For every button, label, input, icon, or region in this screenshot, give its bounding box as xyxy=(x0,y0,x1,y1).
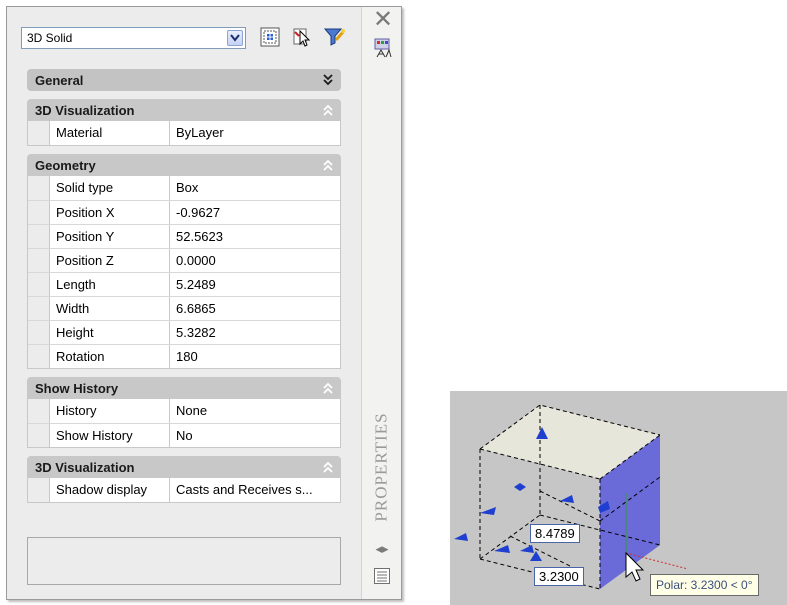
row-gutter xyxy=(28,345,50,368)
property-section: 3D Visualization Material ByLayer xyxy=(27,99,341,146)
property-name: Position Z xyxy=(50,249,170,272)
row-gutter xyxy=(28,297,50,320)
property-name: Solid type xyxy=(50,176,170,200)
section-title: 3D Visualization xyxy=(35,459,135,475)
collapse-icon[interactable] xyxy=(321,158,335,172)
property-value[interactable]: 6.6865 xyxy=(170,297,340,320)
property-name: Shadow display xyxy=(50,478,170,502)
property-name: Rotation xyxy=(50,345,170,368)
palette-toolbar: 3D Solid xyxy=(21,24,357,50)
row-gutter xyxy=(28,424,50,447)
properties-palette: 3D Solid General 3D Visualization Materi… xyxy=(6,6,402,600)
section-title: Geometry xyxy=(35,157,96,173)
dimension-input-1[interactable]: 8.4789 xyxy=(530,524,580,543)
select-objects-button[interactable] xyxy=(288,24,316,50)
property-row[interactable]: Show History No xyxy=(28,423,340,447)
section-rows: Material ByLayer xyxy=(27,121,341,146)
property-value[interactable]: -0.9627 xyxy=(170,201,340,224)
properties-menu-icon[interactable] xyxy=(373,567,391,585)
property-name: Material xyxy=(50,121,170,145)
section-title: Show History xyxy=(35,380,119,396)
property-name: Position X xyxy=(50,201,170,224)
object-type-value: 3D Solid xyxy=(27,31,73,45)
chevron-down-icon[interactable] xyxy=(227,30,243,46)
section-header[interactable]: Geometry xyxy=(27,154,341,176)
property-section: Show History History None Show History No xyxy=(27,377,341,448)
property-value[interactable]: None xyxy=(170,399,340,423)
dimension-input-2[interactable]: 3.2300 xyxy=(534,567,584,586)
row-gutter xyxy=(28,121,50,145)
drawing-viewport[interactable]: 8.4789 3.2300 Polar: 3.2300 < 0° xyxy=(450,391,787,605)
property-row[interactable]: Material ByLayer xyxy=(28,121,340,145)
section-title: 3D Visualization xyxy=(35,102,135,118)
section-header[interactable]: Show History xyxy=(27,377,341,399)
property-section: 3D Visualization Shadow display Casts and … xyxy=(27,456,341,503)
property-row[interactable]: Shadow display Casts and Receives s... xyxy=(28,478,340,502)
property-name: Position Y xyxy=(50,225,170,248)
row-gutter xyxy=(28,321,50,344)
property-row[interactable]: Solid type Box xyxy=(28,176,340,200)
property-value[interactable]: 180 xyxy=(170,345,340,368)
property-name: Width xyxy=(50,297,170,320)
section-header[interactable]: 3D Visualization xyxy=(27,99,341,121)
property-value[interactable]: Box xyxy=(170,176,340,200)
pickadd-icon xyxy=(260,27,280,47)
property-row[interactable]: Position X -0.9627 xyxy=(28,200,340,224)
section-title: General xyxy=(35,72,84,88)
row-gutter xyxy=(28,176,50,200)
collapse-icon[interactable] xyxy=(321,381,335,395)
row-gutter xyxy=(28,399,50,423)
property-value[interactable]: 5.2489 xyxy=(170,273,340,296)
auto-hide-icon[interactable]: ◂▸ xyxy=(372,539,392,559)
property-value[interactable]: 0.0000 xyxy=(170,249,340,272)
properties-icon[interactable] xyxy=(374,37,392,59)
property-sections: General 3D Visualization Material ByLayer Ge… xyxy=(27,69,341,511)
property-row[interactable]: Rotation 180 xyxy=(28,344,340,368)
property-section: Geometry Solid type Box Position X -0.9627 Po… xyxy=(27,154,341,369)
property-name: Show History xyxy=(50,424,170,447)
property-name: History xyxy=(50,399,170,423)
property-section: General xyxy=(27,69,341,91)
property-value[interactable]: No xyxy=(170,424,340,447)
property-row[interactable]: Height 5.3282 xyxy=(28,320,340,344)
row-gutter xyxy=(28,225,50,248)
description-area xyxy=(27,537,341,585)
quick-select-icon xyxy=(323,28,345,46)
row-gutter xyxy=(28,249,50,272)
expand-icon[interactable] xyxy=(321,73,335,87)
object-type-select[interactable]: 3D Solid xyxy=(21,27,246,49)
close-icon[interactable]: ✕ xyxy=(372,8,394,32)
row-gutter xyxy=(28,201,50,224)
property-row[interactable]: Position Y 52.5623 xyxy=(28,224,340,248)
property-row[interactable]: Length 5.2489 xyxy=(28,272,340,296)
section-rows: Solid type Box Position X -0.9627 Position Y… xyxy=(27,176,341,369)
section-header[interactable]: 3D Visualization xyxy=(27,456,341,478)
property-name: Height xyxy=(50,321,170,344)
collapse-icon[interactable] xyxy=(321,460,335,474)
select-objects-icon xyxy=(293,28,311,47)
box-drawing xyxy=(454,404,689,590)
row-gutter xyxy=(28,273,50,296)
palette-title: PROPERTIES xyxy=(364,397,400,537)
row-gutter xyxy=(28,478,50,502)
toggle-pickadd-button[interactable] xyxy=(256,24,284,50)
property-value[interactable]: ByLayer xyxy=(170,121,340,145)
property-row[interactable]: Width 6.6865 xyxy=(28,296,340,320)
palette-title-text: PROPERTIES xyxy=(372,412,391,522)
section-rows: History None Show History No xyxy=(27,399,341,448)
property-value[interactable]: 52.5623 xyxy=(170,225,340,248)
property-row[interactable]: History None xyxy=(28,399,340,423)
property-name: Length xyxy=(50,273,170,296)
palette-title-strip: ✕ PROPERTIES ◂▸ xyxy=(361,7,401,599)
polar-tracking-tooltip: Polar: 3.2300 < 0° xyxy=(650,574,759,596)
section-header[interactable]: General xyxy=(27,69,341,91)
property-value[interactable]: 5.3282 xyxy=(170,321,340,344)
property-value[interactable]: Casts and Receives s... xyxy=(170,478,340,502)
property-row[interactable]: Position Z 0.0000 xyxy=(28,248,340,272)
quick-select-button[interactable] xyxy=(320,24,348,50)
collapse-icon[interactable] xyxy=(321,103,335,117)
section-rows: Shadow display Casts and Receives s... xyxy=(27,478,341,503)
